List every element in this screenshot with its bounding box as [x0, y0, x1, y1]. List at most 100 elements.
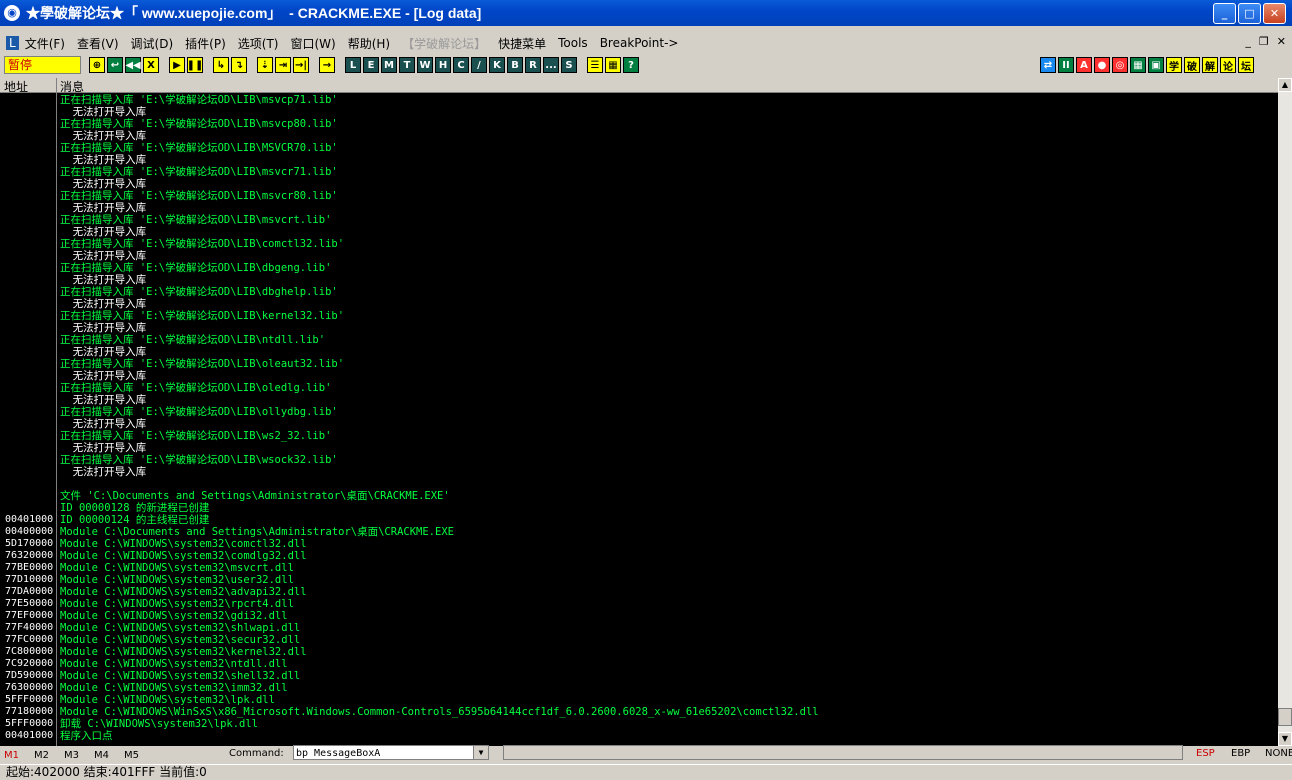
source-window-button[interactable]: S: [561, 57, 577, 73]
log-address: 76300000: [5, 682, 54, 693]
tab-m5[interactable]: M5: [120, 750, 150, 761]
run-button[interactable]: ▶: [169, 57, 185, 73]
reg-esp[interactable]: ESP: [1196, 748, 1215, 759]
execute-till-return-button[interactable]: →|: [293, 57, 309, 73]
log-message: Module C:\WINDOWS\system32\gdi32.dll: [60, 610, 288, 622]
handles-window-button[interactable]: H: [435, 57, 451, 73]
log-message: 正在扫描导入库 'E:\学破解论坛OD\LIB\msvcr71.lib': [60, 166, 338, 178]
scroll-up-icon[interactable]: ▲: [1278, 78, 1292, 92]
log-message: ID 00000128 的新进程已创建: [60, 502, 210, 514]
mdi-close-button[interactable]: ✕: [1277, 35, 1286, 48]
run-trace-window-button[interactable]: ...: [543, 57, 559, 73]
xue-button[interactable]: 学: [1166, 57, 1182, 73]
a-icon[interactable]: A: [1076, 57, 1092, 73]
trace-over-button[interactable]: ⇥: [275, 57, 291, 73]
minimize-button[interactable]: _: [1213, 3, 1236, 24]
windows-window-button[interactable]: W: [417, 57, 433, 73]
breakpoints-window-button[interactable]: B: [507, 57, 523, 73]
log-address: 5D170000: [5, 538, 54, 549]
help-button[interactable]: ?: [623, 57, 639, 73]
log-message: 无法打开导入库: [60, 298, 147, 310]
tab-m4[interactable]: M4: [90, 750, 120, 761]
mdi-app-icon[interactable]: L: [6, 36, 19, 50]
menu-options[interactable]: 选项(T): [232, 35, 285, 52]
menu-window[interactable]: 窗口(W): [284, 35, 341, 52]
log-address: 77E50000: [5, 598, 54, 609]
step-over-button[interactable]: ↴: [231, 57, 247, 73]
cpu-window-button[interactable]: C: [453, 57, 469, 73]
log-message: 无法打开导入库: [60, 346, 147, 358]
log-message: 正在扫描导入库 'E:\学破解论坛OD\LIB\msvcp80.lib': [60, 118, 338, 130]
command-value: bp MessageBoxA: [296, 748, 381, 759]
log-address: 77DA0000: [5, 586, 54, 597]
tab-m3[interactable]: M3: [60, 750, 90, 761]
log-message: 正在扫描导入库 'E:\学破解论坛OD\LIB\msvcr80.lib': [60, 190, 338, 202]
log-message: Module C:\WINDOWS\system32\comctl32.dll: [60, 538, 307, 550]
log-message: 正在扫描导入库 'E:\学破解论坛OD\LIB\ntdll.lib': [60, 334, 326, 346]
scroll-down-icon[interactable]: ▼: [1278, 732, 1292, 746]
lun-button[interactable]: 论: [1220, 57, 1236, 73]
goto-button[interactable]: →: [319, 57, 335, 73]
log-message: 无法打开导入库: [60, 154, 147, 166]
tab-m2[interactable]: M2: [30, 750, 60, 761]
reg-none[interactable]: NONE: [1265, 748, 1292, 759]
menu-tools[interactable]: Tools: [552, 36, 594, 50]
restart-button[interactable]: ↩: [107, 57, 123, 73]
pause-icon[interactable]: II: [1058, 57, 1074, 73]
log-message: 正在扫描导入库 'E:\学破解论坛OD\LIB\kernel32.lib': [60, 310, 345, 322]
menu-file[interactable]: 文件(F): [19, 35, 71, 52]
menu-forum[interactable]: 【学破解论坛】: [396, 35, 492, 52]
chevron-down-icon[interactable]: ▼: [473, 746, 488, 759]
mdi-controls: _ ❐ ✕: [1245, 35, 1286, 48]
memory-window-button[interactable]: M: [381, 57, 397, 73]
menu-help[interactable]: 帮助(H): [342, 35, 396, 52]
menu-breakpoint[interactable]: BreakPoint->: [594, 36, 685, 50]
open-button[interactable]: ⊕: [89, 57, 105, 73]
command-input[interactable]: bp MessageBoxA ▼: [293, 745, 489, 760]
call-stack-window-button[interactable]: K: [489, 57, 505, 73]
mdi-restore-button[interactable]: ❐: [1259, 35, 1269, 48]
patches-window-button[interactable]: /: [471, 57, 487, 73]
log-list[interactable]: 正在扫描导入库 'E:\学破解论坛OD\LIB\msvcp71.lib' 无法打…: [0, 93, 1278, 746]
log-message: 正在扫描导入库 'E:\学破解论坛OD\LIB\dbghelp.lib': [60, 286, 338, 298]
mdi-minimize-button[interactable]: _: [1245, 35, 1251, 48]
pause-button[interactable]: ❚❚: [187, 57, 203, 73]
trace-into-button[interactable]: ⇣: [257, 57, 273, 73]
log-message: 正在扫描导入库 'E:\学破解论坛OD\LIB\oleaut32.lib': [60, 358, 345, 370]
po-button[interactable]: 破: [1184, 57, 1200, 73]
reg-ebp[interactable]: EBP: [1231, 748, 1250, 759]
log-message: 无法打开导入库: [60, 130, 147, 142]
options-button[interactable]: ☰: [587, 57, 603, 73]
rewind-button[interactable]: ◀◀: [125, 57, 141, 73]
appearance-button[interactable]: ▦: [605, 57, 621, 73]
tan-button[interactable]: 坛: [1238, 57, 1254, 73]
references-window-button[interactable]: R: [525, 57, 541, 73]
record-icon[interactable]: ●: [1094, 57, 1110, 73]
log-window-button[interactable]: L: [345, 57, 361, 73]
binary-icon[interactable]: ▦: [1130, 57, 1146, 73]
step-into-button[interactable]: ↳: [213, 57, 229, 73]
close-button[interactable]: ✕: [1263, 3, 1286, 24]
scroll-thumb[interactable]: [1278, 708, 1292, 726]
log-message: ID 00000124 的主线程已创建: [60, 514, 210, 526]
log-message: Module C:\WINDOWS\system32\rpcrt4.dll: [60, 598, 294, 610]
tab-m1[interactable]: M1: [0, 750, 30, 761]
menu-shortcut[interactable]: 快捷菜单: [492, 35, 552, 52]
window-title: ★學破解论坛★「 www.xuepojie.com」 - CRACKME.EXE…: [26, 5, 482, 21]
maximize-button[interactable]: □: [1238, 3, 1261, 24]
menu-plugins[interactable]: 插件(P): [179, 35, 232, 52]
jie-button[interactable]: 解: [1202, 57, 1218, 73]
vertical-scrollbar[interactable]: ▲ ▼: [1278, 78, 1292, 746]
menu-view[interactable]: 查看(V): [71, 35, 125, 52]
menu-debug[interactable]: 调试(D): [125, 35, 180, 52]
log-message: Module C:\WINDOWS\system32\ntdll.dll: [60, 658, 288, 670]
log-message: 正在扫描导入库 'E:\学破解论坛OD\LIB\ollydbg.lib': [60, 406, 338, 418]
app-icon[interactable]: ◉: [4, 5, 20, 21]
log-message: Module C:\WINDOWS\system32\shell32.dll: [60, 670, 301, 682]
threads-window-button[interactable]: T: [399, 57, 415, 73]
modules-window-button[interactable]: E: [363, 57, 379, 73]
panel-icon[interactable]: ▣: [1148, 57, 1164, 73]
close-process-button[interactable]: X: [143, 57, 159, 73]
target-icon[interactable]: ◎: [1112, 57, 1128, 73]
swap-icon[interactable]: ⇄: [1040, 57, 1056, 73]
